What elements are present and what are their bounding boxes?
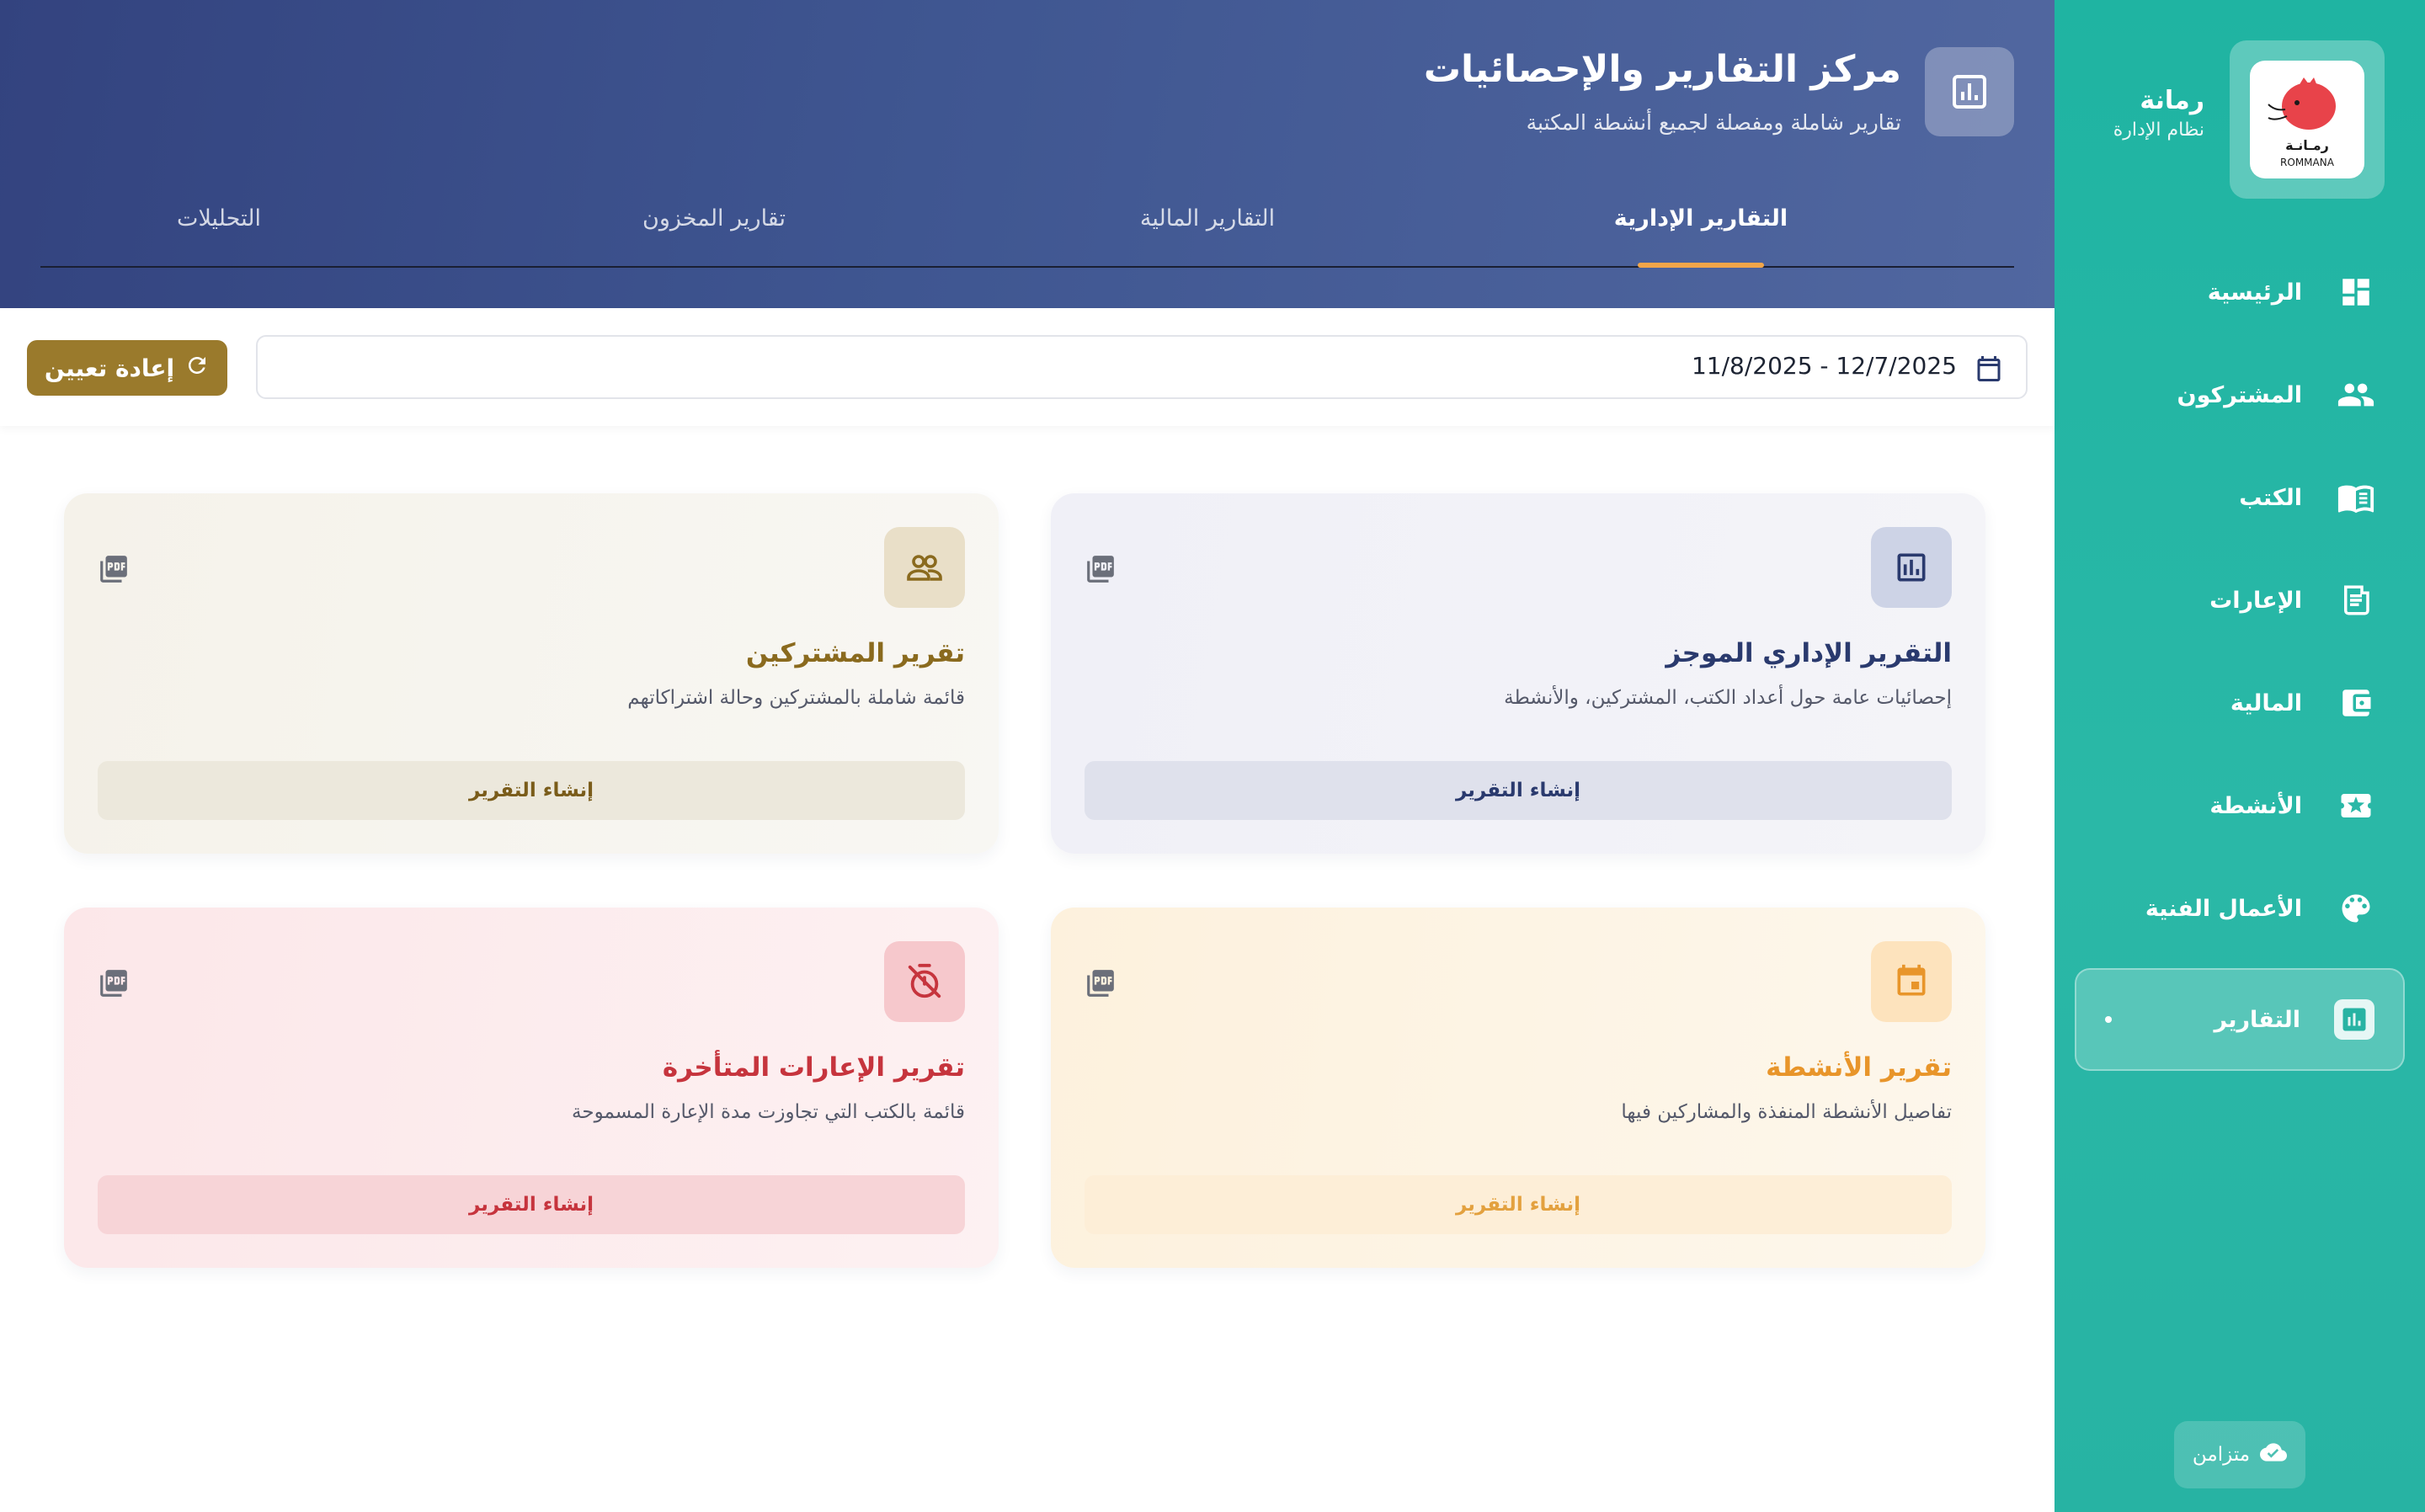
generate-report-button[interactable]: إنشاء التقرير (1085, 1175, 1952, 1234)
tab-administrative-reports[interactable]: التقارير الإدارية (1575, 205, 1827, 232)
card-description: تفاصيل الأنشطة المنفذة والمشاركين فيها (1621, 1101, 1952, 1123)
dashboard-icon (2336, 272, 2376, 312)
sidebar-item-books[interactable]: الكتب (2075, 446, 2405, 549)
receipt-icon (2336, 580, 2376, 620)
tab-label: التقارير الإدارية (1613, 205, 1788, 232)
header-chart-icon (1925, 47, 2014, 136)
card-description: قائمة بالكتب التي تجاوزت مدة الإعارة الم… (572, 1101, 965, 1123)
sidebar-item-reports[interactable]: التقارير (2075, 968, 2405, 1071)
sidebar-item-label: التقارير (2214, 1006, 2300, 1033)
sidebar-item-home[interactable]: الرئيسية (2075, 241, 2405, 343)
date-range-value: 11/8/2025 - 12/7/2025 (1691, 352, 1957, 380)
sidebar-item-label: الرئيسية (2207, 279, 2302, 306)
tab-label: التحليلات (177, 205, 261, 232)
sidebar-item-artworks[interactable]: الأعمال الفنية (2075, 857, 2405, 960)
tab-label: التقارير المالية (1139, 205, 1276, 232)
filter-bar: 11/8/2025 - 12/7/2025 إعادة تعيين (0, 308, 2055, 426)
book-icon (2336, 477, 2376, 518)
brand-name: رمانة (2140, 86, 2204, 115)
page-title: مركز التقارير والإحصائيات (1423, 48, 1901, 91)
pdf-icon[interactable] (98, 552, 130, 586)
pdf-icon[interactable] (1085, 552, 1117, 586)
bar-chart-icon (1871, 527, 1952, 608)
svg-text:رمـانـة: رمـانـة (2285, 137, 2329, 153)
cloud-done-icon (2260, 1439, 2288, 1471)
page-header: مركز التقارير والإحصائيات تقارير شاملة و… (0, 0, 2055, 308)
card-description: قائمة شاملة بالمشتركين وحالة اشتراكاتهم (627, 687, 965, 709)
sidebar: رمـانـة ROMMANA رمانة نظام الإدارة الرئي… (2055, 0, 2425, 1512)
sidebar-item-label: الأنشطة (2209, 792, 2302, 819)
sidebar-item-activities[interactable]: الأنشطة (2075, 754, 2405, 857)
active-tab-underline (1638, 263, 1764, 268)
generate-report-button[interactable]: إنشاء التقرير (98, 761, 965, 820)
pdf-icon[interactable] (98, 966, 130, 1000)
card-title: تقرير الأنشطة (1766, 1052, 1952, 1083)
report-card-subscribers: تقرير المشتركين قائمة شاملة بالمشتركين و… (64, 493, 999, 854)
tab-inventory-reports[interactable]: تقارير المخزون (588, 205, 840, 232)
date-range-input[interactable]: 11/8/2025 - 12/7/2025 (256, 335, 2028, 399)
sync-status[interactable]: متزامن (2174, 1421, 2305, 1488)
generate-report-button[interactable]: إنشاء التقرير (98, 1175, 965, 1234)
palette-icon (2336, 888, 2376, 929)
wallet-icon (2336, 683, 2376, 723)
brand: رمـانـة ROMMANA رمانة نظام الإدارة (2095, 40, 2385, 200)
sidebar-item-label: المشتركون (2177, 381, 2302, 408)
brand-text: رمانة نظام الإدارة (2113, 84, 2204, 143)
sidebar-item-label: الإعارات (2209, 587, 2302, 614)
report-card-overdue-loans: تقرير الإعارات المتأخرة قائمة بالكتب الت… (64, 908, 999, 1268)
pdf-icon[interactable] (1085, 966, 1117, 1000)
report-card-admin-summary: التقرير الإداري الموجز إحصائيات عامة حول… (1051, 493, 1985, 854)
people-icon (2336, 375, 2376, 415)
brand-subtitle: نظام الإدارة (2113, 120, 2204, 141)
sync-label: متزامن (2192, 1444, 2251, 1466)
sidebar-item-label: الأعمال الفنية (2145, 895, 2302, 922)
people-outline-icon (884, 527, 965, 608)
refresh-icon (184, 353, 210, 384)
star-ticket-icon (2336, 785, 2376, 826)
card-description: إحصائيات عامة حول أعداد الكتب، المشتركين… (1504, 687, 1952, 709)
card-title: تقرير الإعارات المتأخرة (662, 1052, 965, 1083)
active-indicator (2105, 1016, 2112, 1023)
report-card-activities: تقرير الأنشطة تفاصيل الأنشطة المنفذة وال… (1051, 908, 1985, 1268)
chart-icon (2334, 999, 2374, 1040)
logo-container[interactable]: رمـانـة ROMMANA (2230, 40, 2385, 199)
generate-report-button[interactable]: إنشاء التقرير (1085, 761, 1952, 820)
event-icon (1871, 941, 1952, 1022)
card-title: تقرير المشتركين (745, 638, 965, 668)
logo: رمـانـة ROMMANA (2250, 61, 2364, 178)
tab-label: تقارير المخزون (642, 205, 786, 232)
sidebar-item-loans[interactable]: الإعارات (2075, 549, 2405, 652)
reset-button[interactable]: إعادة تعيين (27, 340, 227, 396)
logo-text: ROMMANA (2280, 157, 2334, 168)
tab-financial-reports[interactable]: التقارير المالية (1081, 205, 1334, 232)
tab-analytics[interactable]: التحليلات (93, 205, 345, 232)
reset-label: إعادة تعيين (44, 354, 175, 382)
card-title: التقرير الإداري الموجز (1666, 638, 1952, 668)
page-subtitle: تقارير شاملة ومفصلة لجميع أنشطة المكتبة (1526, 110, 1901, 135)
sidebar-item-subscribers[interactable]: المشتركون (2075, 343, 2405, 446)
timer-off-icon (884, 941, 965, 1022)
sidebar-nav: الرئيسية المشتركون الكتب الإعارات المالي… (2075, 241, 2405, 1071)
sidebar-item-finance[interactable]: المالية (2075, 652, 2405, 754)
calendar-icon (1974, 354, 2004, 384)
report-tabs: التقارير الإدارية التقارير المالية تقاري… (40, 189, 2014, 268)
sidebar-item-label: الكتب (2239, 484, 2302, 511)
sidebar-item-label: المالية (2230, 689, 2302, 716)
